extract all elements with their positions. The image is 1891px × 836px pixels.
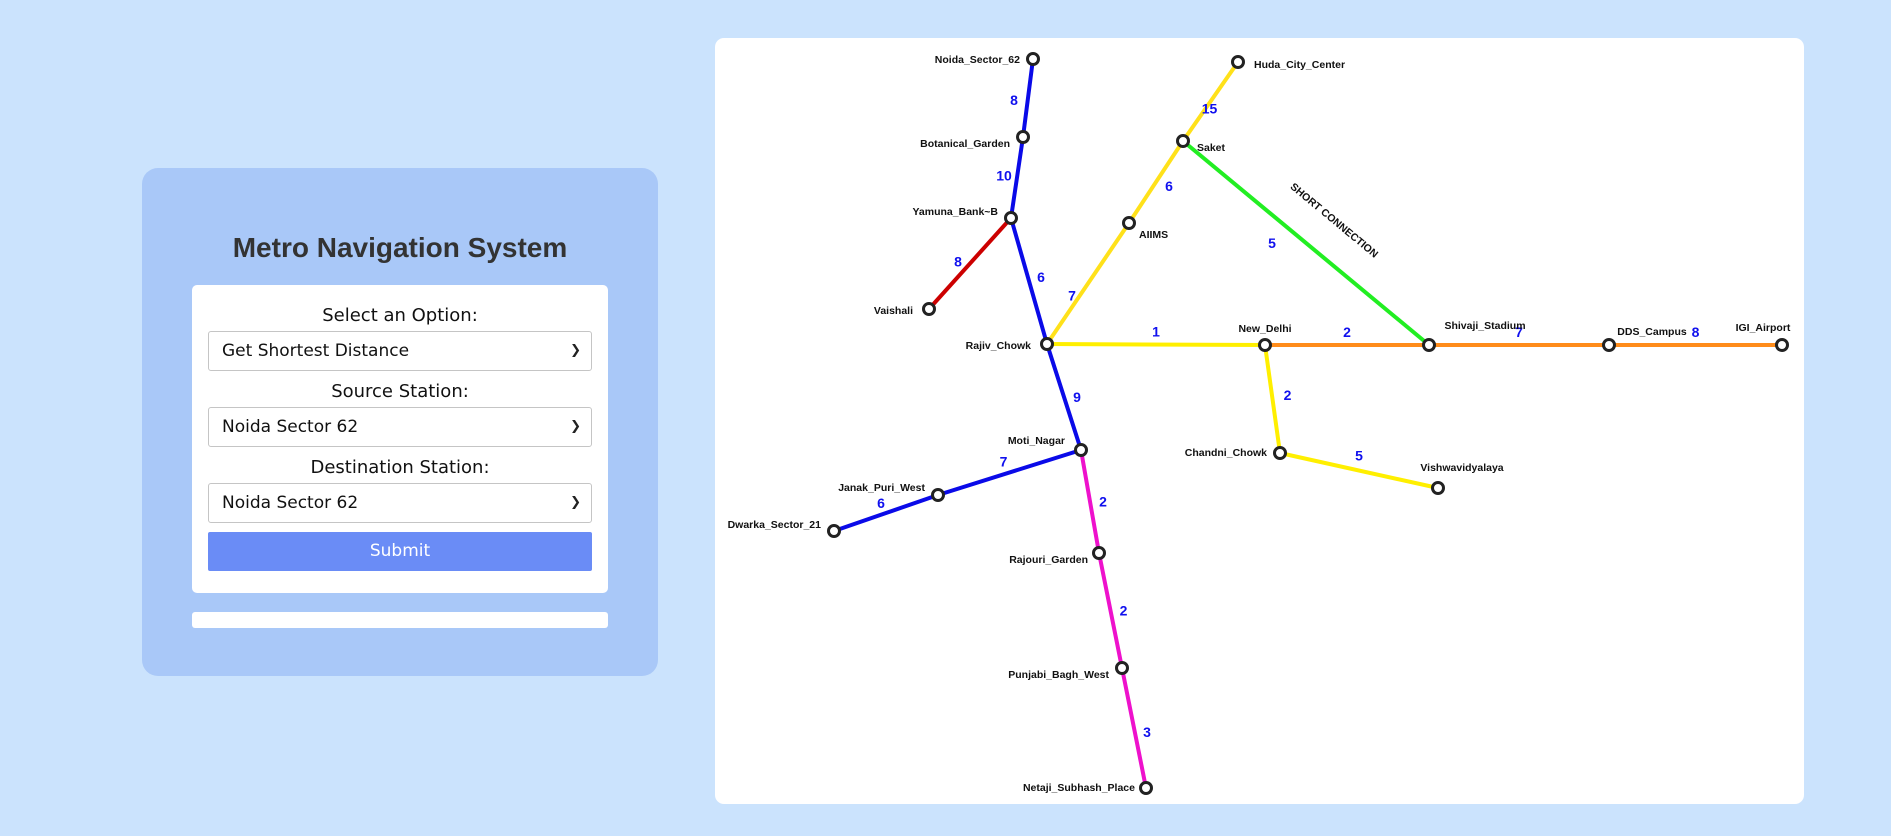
station-label-aiims: AIIMS bbox=[1139, 229, 1168, 241]
weight-label-aiims-rajiv: 7 bbox=[1068, 288, 1076, 304]
station-dds[interactable] bbox=[1602, 338, 1616, 352]
submit-button[interactable]: Submit bbox=[208, 532, 592, 571]
weight-label-punjabi-netaji: 3 bbox=[1143, 724, 1151, 740]
station-label-dwarka: Dwarka_Sector_21 bbox=[728, 519, 822, 531]
station-chandni[interactable] bbox=[1273, 446, 1287, 460]
station-punjabi[interactable] bbox=[1115, 661, 1129, 675]
destination-select[interactable]: Noida Sector 62 ❯ bbox=[208, 483, 592, 523]
station-label-shivaji: Shivaji_Stadium bbox=[1444, 320, 1525, 332]
station-label-botanical: Botanical_Garden bbox=[920, 138, 1010, 150]
app-title: Metro Navigation System bbox=[232, 232, 568, 263]
option-select[interactable]: Get Shortest Distance ❯ bbox=[208, 331, 592, 371]
weight-label-botanical-yamuna: 10 bbox=[996, 168, 1012, 184]
weight-label-rajiv-moti: 9 bbox=[1073, 389, 1081, 405]
metro-map-canvas: 81086976 22315675 SHORT CONNECTION1 2257 8No… bbox=[728, 52, 1791, 795]
station-vaishali[interactable] bbox=[922, 302, 936, 316]
track-janak-dwarka bbox=[832, 493, 940, 533]
source-select-value: Noida Sector 62 bbox=[222, 417, 359, 437]
result-output bbox=[192, 612, 608, 628]
station-dwarka[interactable] bbox=[827, 524, 841, 538]
station-label-yamuna: Yamuna_Bank~B bbox=[913, 206, 999, 218]
station-rajouri[interactable] bbox=[1092, 546, 1106, 560]
track-yamuna-vaishali bbox=[927, 216, 1013, 311]
track-moti-janak bbox=[936, 448, 1083, 497]
chevron-down-icon: ❯ bbox=[570, 419, 581, 434]
station-saket[interactable] bbox=[1176, 134, 1190, 148]
weight-label-moti-rajouri: 2 bbox=[1099, 494, 1107, 510]
station-moti[interactable] bbox=[1074, 443, 1088, 457]
station-newdelhi[interactable] bbox=[1258, 338, 1272, 352]
weight-label-dds-igi: 8 bbox=[1692, 324, 1700, 340]
track-aiims-rajiv bbox=[1045, 221, 1131, 346]
station-noida[interactable] bbox=[1026, 52, 1040, 66]
station-label-dds: DDS_Campus bbox=[1617, 326, 1687, 338]
station-igi[interactable] bbox=[1775, 338, 1789, 352]
station-label-saket: Saket bbox=[1197, 142, 1226, 154]
station-label-rajiv: Rajiv_Chowk bbox=[966, 340, 1032, 352]
station-label-netaji: Netaji_Subhash_Place bbox=[1023, 782, 1135, 794]
destination-select-value: Noida Sector 62 bbox=[222, 493, 359, 513]
station-label-vaishali: Vaishali bbox=[874, 305, 913, 317]
station-huda[interactable] bbox=[1231, 55, 1245, 69]
station-label-noida: Noida_Sector_62 bbox=[935, 54, 1020, 66]
route-form: Select an Option: Get Shortest Distance … bbox=[192, 285, 608, 593]
track-saket-aiims bbox=[1127, 139, 1185, 225]
option-select-value: Get Shortest Distance bbox=[222, 341, 410, 361]
station-vishwa[interactable] bbox=[1431, 481, 1445, 495]
station-label-janak: Janak_Puri_West bbox=[838, 482, 925, 494]
destination-label: Destination Station: bbox=[310, 457, 490, 478]
station-yamuna[interactable] bbox=[1004, 211, 1018, 225]
weight-label-moti-janak: 7 bbox=[1000, 454, 1008, 470]
weight-label-rajiv-newdelhi: 1 bbox=[1152, 324, 1160, 340]
weight-label-newdelhi-chandni: 2 bbox=[1284, 387, 1292, 403]
weight-label-huda-saket: 15 bbox=[1202, 101, 1218, 117]
weight-label-yamuna-rajiv: 6 bbox=[1037, 269, 1045, 285]
weight-label-saket-shivaji: 5 bbox=[1268, 235, 1276, 251]
station-label-chandni: Chandni_Chowk bbox=[1185, 447, 1267, 459]
weight-label-rajouri-punjabi: 2 bbox=[1120, 603, 1128, 619]
track-newdelhi-chandni bbox=[1263, 343, 1282, 455]
station-label-vishwa: Vishwavidyalaya bbox=[1420, 462, 1503, 474]
track-botanical-yamuna bbox=[1009, 135, 1025, 220]
track-moti-rajouri bbox=[1079, 448, 1101, 555]
track-rajiv-newdelhi bbox=[1045, 342, 1267, 347]
weight-label-noida-botanical: 8 bbox=[1010, 92, 1018, 108]
weight-label-janak-dwarka: 6 bbox=[877, 495, 885, 511]
station-botanical[interactable] bbox=[1016, 130, 1030, 144]
source-select[interactable]: Noida Sector 62 ❯ bbox=[208, 407, 592, 447]
station-label-moti: Moti_Nagar bbox=[1008, 435, 1065, 447]
option-label: Select an Option: bbox=[322, 305, 478, 326]
station-netaji[interactable] bbox=[1139, 781, 1153, 795]
station-label-newdelhi: New_Delhi bbox=[1238, 323, 1291, 335]
chevron-down-icon: ❯ bbox=[570, 495, 581, 510]
weight-label-saket-aiims: 6 bbox=[1165, 178, 1173, 194]
short-connection-label: SHORT CONNECTION bbox=[1288, 181, 1381, 261]
track-rajouri-punjabi bbox=[1097, 551, 1124, 670]
weight-label-chandni-vishwa: 5 bbox=[1355, 448, 1363, 464]
station-rajiv[interactable] bbox=[1040, 337, 1054, 351]
weight-label-yamuna-vaishali: 8 bbox=[954, 254, 962, 270]
station-janak[interactable] bbox=[931, 488, 945, 502]
navigation-panel: Metro Navigation System Select an Option… bbox=[142, 168, 658, 676]
track-saket-shivaji bbox=[1181, 139, 1431, 347]
station-label-rajouri: Rajouri_Garden bbox=[1009, 554, 1088, 566]
station-label-igi: IGI_Airport bbox=[1736, 322, 1791, 334]
source-label: Source Station: bbox=[331, 381, 469, 402]
station-aiims[interactable] bbox=[1122, 216, 1136, 230]
station-label-punjabi: Punjabi_Bagh_West bbox=[1008, 669, 1109, 681]
metro-map: 8 10 8 6 9 7 6 2 2 3 15 6 7 5 SHORT CONNECTION 1 2 2 5 7 8 No… bbox=[715, 38, 1804, 804]
station-label-huda: Huda_City_Center bbox=[1254, 59, 1345, 71]
station-shivaji[interactable] bbox=[1422, 338, 1436, 352]
weight-label-newdelhi-shivaji: 2 bbox=[1343, 324, 1351, 340]
track-noida-botanical bbox=[1021, 57, 1035, 139]
chevron-down-icon: ❯ bbox=[570, 343, 581, 358]
